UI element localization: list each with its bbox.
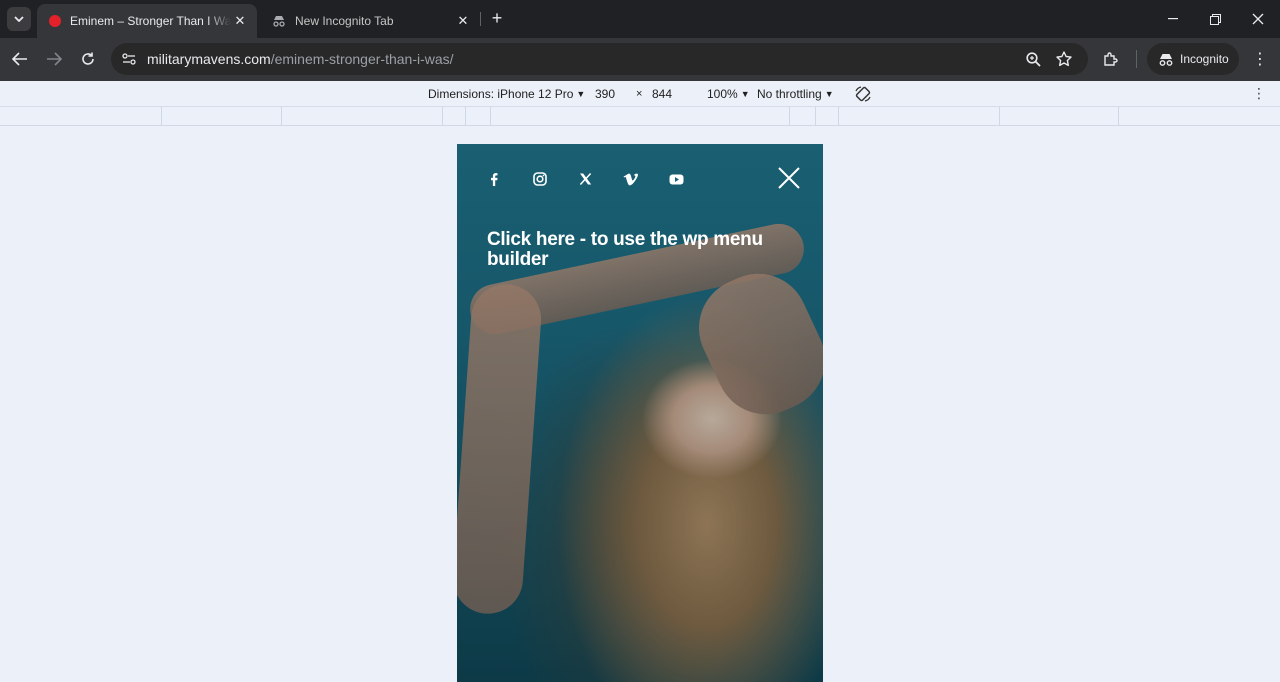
device-dimensions-select[interactable]: Dimensions: iPhone 12 Pro ▼ bbox=[428, 87, 585, 101]
instagram-icon[interactable] bbox=[531, 170, 549, 188]
caret-down-icon: ▼ bbox=[740, 89, 750, 99]
incognito-icon bbox=[1157, 53, 1175, 66]
media-query-ruler bbox=[0, 107, 1280, 126]
incognito-label: Incognito bbox=[1180, 52, 1229, 66]
bookmark-star-icon[interactable] bbox=[1055, 50, 1073, 68]
incognito-icon bbox=[272, 15, 286, 27]
incognito-profile-button[interactable]: Incognito bbox=[1147, 43, 1239, 75]
rotate-device-icon[interactable] bbox=[853, 84, 873, 104]
tab-close-icon[interactable]: ✕ bbox=[231, 12, 249, 30]
vimeo-icon[interactable] bbox=[622, 170, 640, 188]
youtube-icon[interactable] bbox=[667, 170, 685, 188]
back-arrow-icon[interactable] bbox=[8, 47, 32, 71]
caret-down-icon: ▼ bbox=[576, 89, 586, 99]
device-dimensions-label: Dimensions: iPhone 12 Pro bbox=[428, 87, 574, 101]
throttling-select[interactable]: No throttling ▼ bbox=[757, 87, 834, 101]
caret-down-icon: ▼ bbox=[824, 89, 834, 99]
toolbar-separator bbox=[1136, 50, 1137, 68]
browser-menu-kebab-icon[interactable]: ⋮ bbox=[1250, 47, 1270, 71]
forward-arrow-icon[interactable] bbox=[42, 47, 66, 71]
site-info-tune-icon[interactable] bbox=[121, 51, 137, 67]
tab-title: Eminem – Stronger Than I Was bbox=[70, 14, 231, 28]
tab-active[interactable]: Eminem – Stronger Than I Was ✕ bbox=[37, 4, 257, 38]
tab-title: New Incognito Tab bbox=[295, 14, 394, 28]
chevron-down-icon bbox=[14, 16, 24, 22]
reload-icon[interactable] bbox=[76, 47, 100, 71]
zoom-label: 100% bbox=[707, 87, 738, 101]
tab-strip: Eminem – Stronger Than I Was ✕ New Incog… bbox=[0, 0, 1280, 38]
device-height-input[interactable]: 844 bbox=[652, 87, 672, 101]
new-tab-plus-icon[interactable]: + bbox=[487, 8, 507, 28]
device-width-input[interactable]: 390 bbox=[595, 87, 615, 101]
tab-inactive[interactable]: New Incognito Tab ✕ bbox=[260, 4, 480, 38]
tab-separator bbox=[480, 12, 481, 26]
throttling-label: No throttling bbox=[757, 87, 822, 101]
red-record-favicon-icon bbox=[49, 15, 61, 27]
restore-icon[interactable] bbox=[1202, 6, 1228, 32]
extensions-puzzle-icon[interactable] bbox=[1102, 50, 1120, 68]
x-twitter-icon[interactable] bbox=[576, 170, 594, 188]
url-text[interactable]: militarymavens.com/eminem-stronger-than-… bbox=[147, 51, 454, 67]
dimension-times: × bbox=[636, 88, 643, 100]
url-host: militarymavens.com bbox=[147, 51, 271, 67]
tab-search-button[interactable] bbox=[7, 7, 31, 31]
device-toolbar-more-icon[interactable]: ⋮ bbox=[1252, 85, 1266, 102]
menu-overlay bbox=[457, 144, 823, 682]
wp-menu-builder-link[interactable]: Click here - to use the wp menu builder bbox=[487, 230, 797, 270]
close-window-icon[interactable] bbox=[1245, 6, 1271, 32]
browser-toolbar: militarymavens.com/eminem-stronger-than-… bbox=[0, 38, 1280, 81]
close-menu-icon[interactable] bbox=[777, 166, 801, 190]
minimize-icon[interactable] bbox=[1160, 6, 1186, 32]
address-bar[interactable]: militarymavens.com/eminem-stronger-than-… bbox=[111, 43, 1088, 75]
zoom-magnifier-icon[interactable] bbox=[1024, 50, 1042, 68]
url-path: /eminem-stronger-than-i-was/ bbox=[270, 51, 454, 67]
mobile-viewport: Click here - to use the wp menu builder bbox=[457, 144, 823, 682]
zoom-select[interactable]: 100% ▼ bbox=[707, 87, 750, 101]
tab-close-icon[interactable]: ✕ bbox=[454, 12, 472, 30]
facebook-icon[interactable] bbox=[485, 170, 503, 188]
devtools-device-toolbar: Dimensions: iPhone 12 Pro ▼ 390 × 844 100… bbox=[0, 81, 1280, 107]
